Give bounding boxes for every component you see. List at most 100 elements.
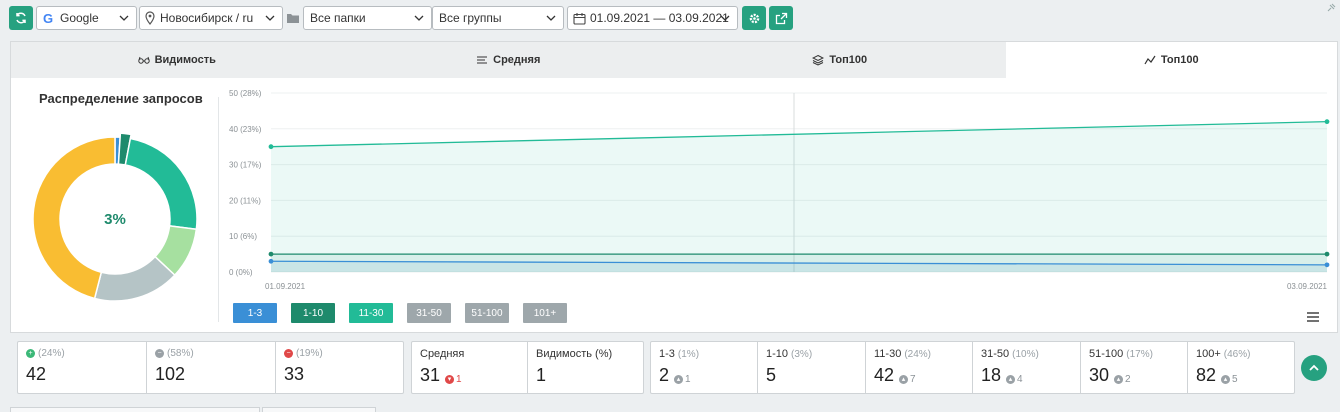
series-area-11-30 <box>271 121 1327 272</box>
series-point-1-3[interactable] <box>268 258 274 264</box>
tab-label: Топ100 <box>1160 54 1199 66</box>
tab-top100-table[interactable]: Топ100 <box>674 42 1006 78</box>
tab-top100-chart[interactable]: Топ100 <box>1005 42 1337 78</box>
stat-visibility: Видимость (%) 1 <box>528 342 643 393</box>
tab-average[interactable]: Средняя <box>342 42 674 78</box>
export-icon <box>775 12 787 24</box>
export-button[interactable] <box>769 6 793 30</box>
bottom-tabs <box>10 407 376 412</box>
chevron-down-icon <box>414 15 424 21</box>
stat-percent: (17%) <box>1126 348 1153 360</box>
toolbar: G Google Новосибирск / ru Все папки Все … <box>0 0 1340 36</box>
donut-chart: 3% <box>31 125 199 312</box>
stat-percent: (24%) <box>38 348 65 359</box>
stat-value: 42 <box>874 365 895 385</box>
stat-range: 11-30 (24%) 42 ▴ 7 <box>866 342 973 393</box>
series-point-1-3[interactable] <box>1324 262 1330 268</box>
region-select[interactable]: Новосибирск / ru <box>139 6 283 30</box>
stat-range: 1-3 (1%) 2 ▴ 1 <box>651 342 758 393</box>
down-circle-icon: ▾ <box>445 375 455 384</box>
y-tick-label: 40 (23%) <box>229 125 262 134</box>
y-tick-label: 50 (28%) <box>229 89 262 98</box>
search-engine-value: Google <box>60 11 99 25</box>
donut-segment-11-30[interactable] <box>124 137 198 231</box>
stat-delta: 1 <box>456 374 462 385</box>
stat-label: 1-3 <box>659 348 675 360</box>
y-tick-label: 0 (0%) <box>229 268 253 277</box>
stat-value: 31 <box>420 365 441 385</box>
chart-legend: 1-3 1-10 11-30 31-50 51-100 101+ <box>233 303 567 323</box>
series-point-1-10[interactable] <box>1324 251 1330 257</box>
folder-icon <box>287 14 299 23</box>
pin-icon[interactable] <box>1326 3 1336 13</box>
hamburger-menu-icon[interactable] <box>1307 311 1319 323</box>
legend-item-31-50[interactable]: 31-50 <box>407 303 451 323</box>
tab-label: Видимость <box>154 54 216 66</box>
stat-value: 18 <box>981 365 1002 385</box>
chevron-down-icon <box>265 15 275 21</box>
stat-label: Средняя <box>420 348 465 360</box>
folders-value: Все папки <box>310 11 366 25</box>
series-point-11-30[interactable] <box>268 144 274 150</box>
stat-delta: 4 <box>1017 374 1023 385</box>
settings-button[interactable] <box>742 6 766 30</box>
bottom-tab[interactable] <box>262 407 376 412</box>
stat-label: Видимость (%) <box>536 348 613 360</box>
tab-visibility[interactable]: Видимость <box>11 42 343 78</box>
groups-select[interactable]: Все группы <box>432 6 564 30</box>
stat-delta: 1 <box>685 374 691 385</box>
x-tick-label: 01.09.2021 <box>265 282 306 291</box>
stat-declined: − (19%) 33 <box>276 342 403 393</box>
stat-average-position: Средняя 31 ▾ 1 <box>412 342 528 393</box>
series-point-1-10[interactable] <box>268 251 274 257</box>
stat-percent: (24%) <box>904 348 932 360</box>
folders-select[interactable]: Все папки <box>303 6 432 30</box>
date-range-value: 01.09.2021 — 03.09.2021 <box>590 11 729 25</box>
layers-icon <box>812 54 825 66</box>
region-value: Новосибирск / ru <box>160 11 254 25</box>
up-circle-icon: ▴ <box>674 375 684 384</box>
up-circle-icon: ▴ <box>899 375 909 384</box>
google-icon: G <box>43 11 53 25</box>
up-circle-icon: ▴ <box>1114 375 1124 384</box>
donut-segment-51-100[interactable] <box>93 255 176 302</box>
location-pin-icon <box>145 11 155 25</box>
legend-item-1-3[interactable]: 1-3 <box>233 303 277 323</box>
stat-delta: 7 <box>910 374 916 385</box>
gear-icon <box>749 13 759 23</box>
stat-value: 30 <box>1089 365 1110 385</box>
lines-icon <box>477 56 488 64</box>
stat-range: 100+ (46%) 82 ▴ 5 <box>1188 342 1294 393</box>
stat-percent: (1%) <box>677 348 700 360</box>
date-range-select[interactable]: 01.09.2021 — 03.09.2021 <box>567 6 738 30</box>
trend-icon <box>1144 55 1156 65</box>
calendar-icon <box>573 12 586 25</box>
scroll-up-button[interactable] <box>1301 355 1327 381</box>
legend-item-101+[interactable]: 101+ <box>523 303 567 323</box>
stats-range-group: 1-3 (1%) 2 ▴ 1 1-10 (3%) 5 11-30 (24%) 42 ▴ 7… <box>650 341 1295 394</box>
series-point-11-30[interactable] <box>1324 119 1330 125</box>
up-circle-icon: ▴ <box>1221 375 1231 384</box>
glasses-icon <box>137 56 150 64</box>
line-chart: 0 (0%) 10 (6%) 20 (11%) 30 (17%) 40 (23%) 50 … <box>229 89 1330 291</box>
up-circle-icon: ▴ <box>1006 375 1016 384</box>
stat-label: 1-10 <box>766 348 789 360</box>
search-engine-select[interactable]: G Google <box>36 6 137 30</box>
stat-percent: (10%) <box>1012 348 1039 360</box>
x-tick-label: 03.09.2021 <box>1287 282 1328 291</box>
legend-item-51-100[interactable]: 51-100 <box>465 303 509 323</box>
donut-center-label: 3% <box>104 211 126 228</box>
tab-label: Топ100 <box>829 54 868 66</box>
chevron-down-icon <box>119 15 129 21</box>
legend-item-11-30[interactable]: 11-30 <box>349 303 393 323</box>
stat-label: 100+ <box>1196 348 1221 360</box>
stat-delta: 5 <box>1232 374 1238 385</box>
bottom-tab[interactable] <box>10 407 260 412</box>
legend-item-1-10[interactable]: 1-10 <box>291 303 335 323</box>
chevron-down-icon <box>720 15 730 21</box>
stat-percent: (58%) <box>167 348 194 359</box>
minus-circle-icon: − <box>284 349 293 358</box>
chevron-up-icon <box>1309 364 1319 371</box>
y-tick-label: 30 (17%) <box>229 161 262 170</box>
refresh-button[interactable] <box>9 6 33 30</box>
